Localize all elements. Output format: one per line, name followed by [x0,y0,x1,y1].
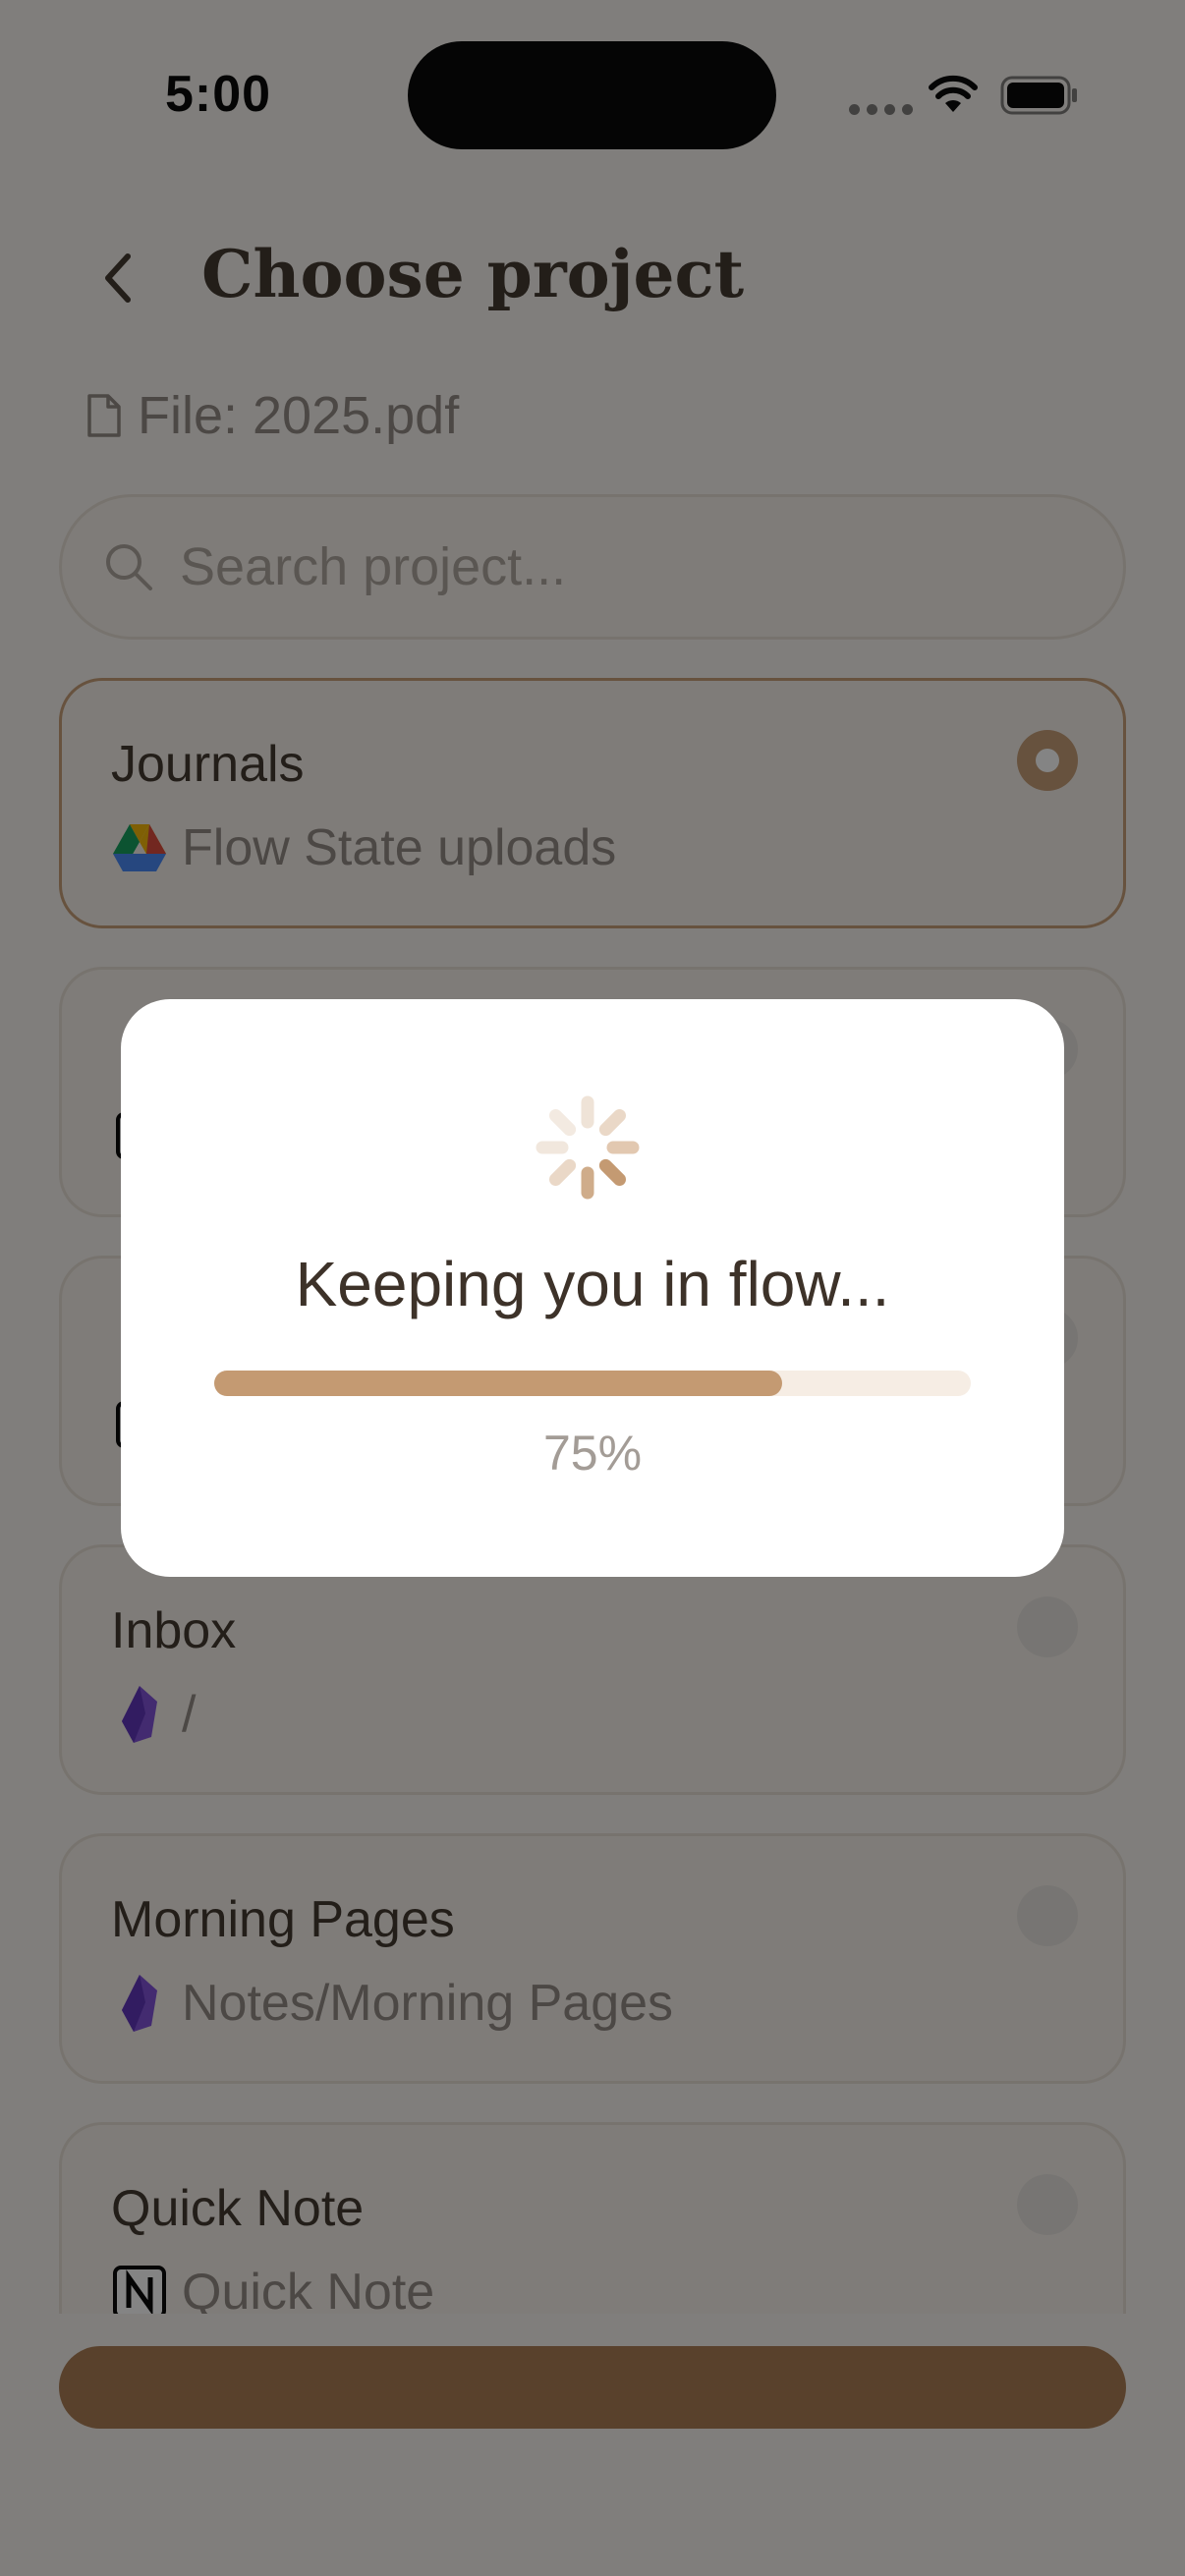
progress-fill [214,1371,782,1396]
progress-percentage: 75% [542,1426,643,1481]
choose-project-screen: 5:00 Choose project File: 2025.pdf Journ… [0,0,1185,2576]
progress-bar [214,1371,971,1396]
modal-title: Keeping you in flow... [295,1249,890,1319]
loading-spinner-icon [536,1095,640,1200]
